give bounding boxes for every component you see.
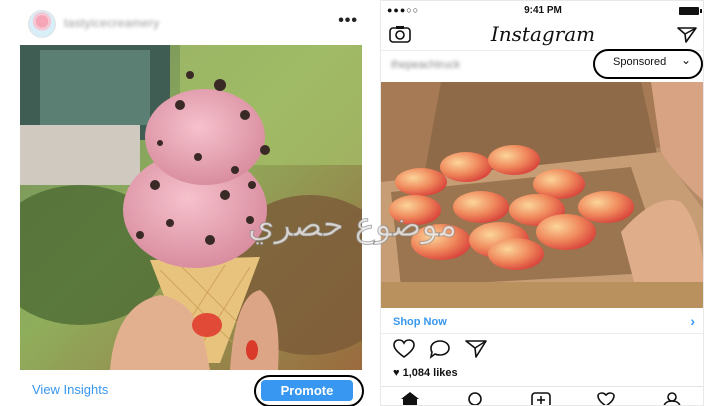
more-options-icon[interactable]: •••	[338, 12, 358, 30]
instagram-logo: Instagram	[490, 22, 596, 46]
post-footer: View Insights Promote	[18, 372, 364, 406]
left-post-panel: tastyicecreamery ••• View Insights Promo…	[18, 0, 364, 406]
account-avatar[interactable]	[28, 10, 56, 38]
watermark-text: موضوع حصري	[247, 205, 458, 246]
direct-send-icon[interactable]	[677, 26, 697, 49]
activity-heart-icon[interactable]	[597, 392, 615, 405]
profile-icon[interactable]	[663, 392, 681, 405]
ios-status-bar: ●●●○○ 9:41 PM	[381, 1, 703, 19]
home-icon[interactable]	[401, 392, 419, 405]
likes-count-text[interactable]: 1,084 likes	[403, 367, 458, 379]
heart-filled-icon: ♥	[393, 367, 400, 379]
sponsored-photo-peaches[interactable]	[381, 82, 703, 308]
search-icon[interactable]	[467, 392, 485, 405]
screenshot-stage: tastyicecreamery ••• View Insights Promo…	[0, 0, 720, 406]
promote-button[interactable]: Promote	[261, 380, 353, 401]
advertiser-username[interactable]: thepeachtruck	[391, 59, 460, 71]
instagram-header: Instagram	[381, 19, 703, 51]
heart-icon[interactable]	[393, 339, 415, 364]
promote-highlight-ring: Promote	[254, 375, 364, 406]
status-time: 9:41 PM	[524, 5, 562, 16]
view-insights-link[interactable]: View Insights	[32, 382, 108, 397]
likes-count[interactable]: ♥ 1,084 likes	[393, 367, 458, 379]
share-icon[interactable]	[465, 339, 487, 364]
sponsored-highlight-ring[interactable]: Sponsored ⌄	[593, 49, 703, 79]
comment-icon[interactable]	[429, 339, 451, 364]
post-header: tastyicecreamery •••	[18, 6, 364, 40]
shop-now-bar[interactable]: Shop Now ›	[381, 310, 703, 334]
peach-box-image	[381, 82, 703, 308]
battery-icon	[679, 7, 702, 15]
bottom-tab-bar	[381, 386, 703, 405]
post-actions	[381, 339, 703, 364]
shop-now-link[interactable]: Shop Now	[393, 316, 447, 328]
chevron-right-icon[interactable]: ›	[690, 313, 695, 329]
add-post-icon[interactable]	[531, 392, 551, 405]
chevron-down-icon[interactable]: ⌄	[681, 53, 691, 67]
right-feed-panel: ●●●○○ 9:41 PM Instagram thepeachtruck Sp…	[380, 0, 704, 406]
account-username[interactable]: tastyicecreamery	[64, 16, 160, 30]
sponsored-label[interactable]: Sponsored	[613, 56, 666, 68]
sponsored-post-header: thepeachtruck Sponsored ⌄	[381, 49, 703, 80]
